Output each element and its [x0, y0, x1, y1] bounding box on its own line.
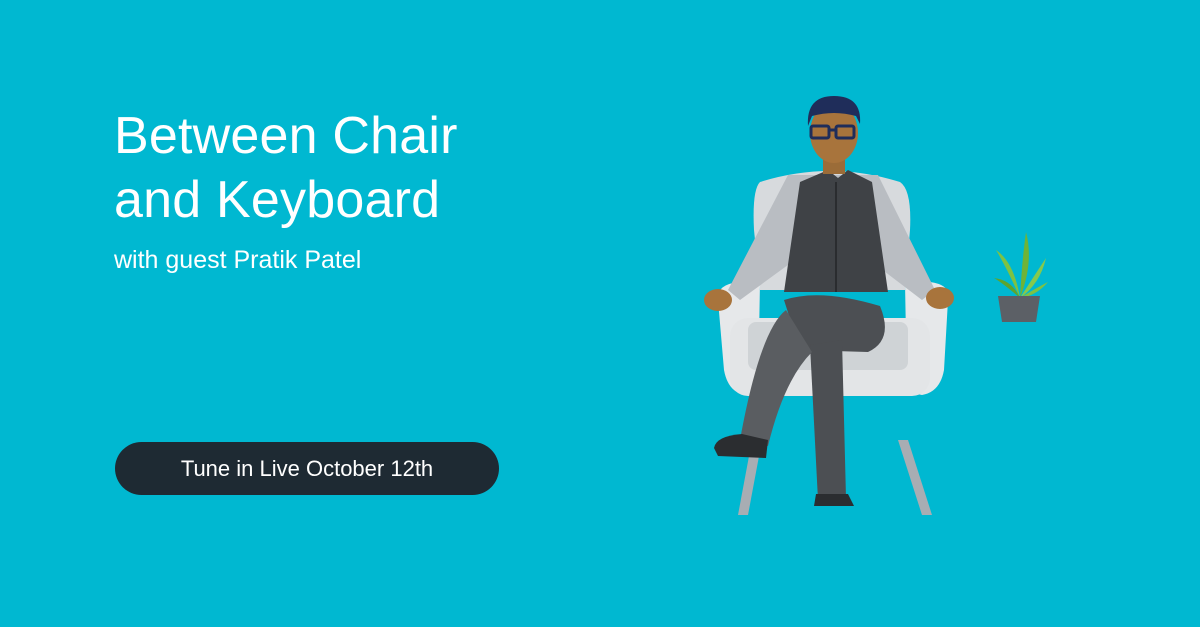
person-seated-in-armchair-icon — [704, 96, 954, 515]
banner-title-line-1: Between Chair — [114, 107, 458, 165]
potted-plant-icon — [994, 232, 1048, 322]
banner-subtitle: with guest Pratik Patel — [114, 246, 362, 274]
banner-title-line-2: and Keyboard — [114, 171, 441, 229]
banner-title: Between Chair and Keyboard — [114, 104, 458, 232]
tune-in-button[interactable]: Tune in Live October 12th — [115, 442, 499, 495]
